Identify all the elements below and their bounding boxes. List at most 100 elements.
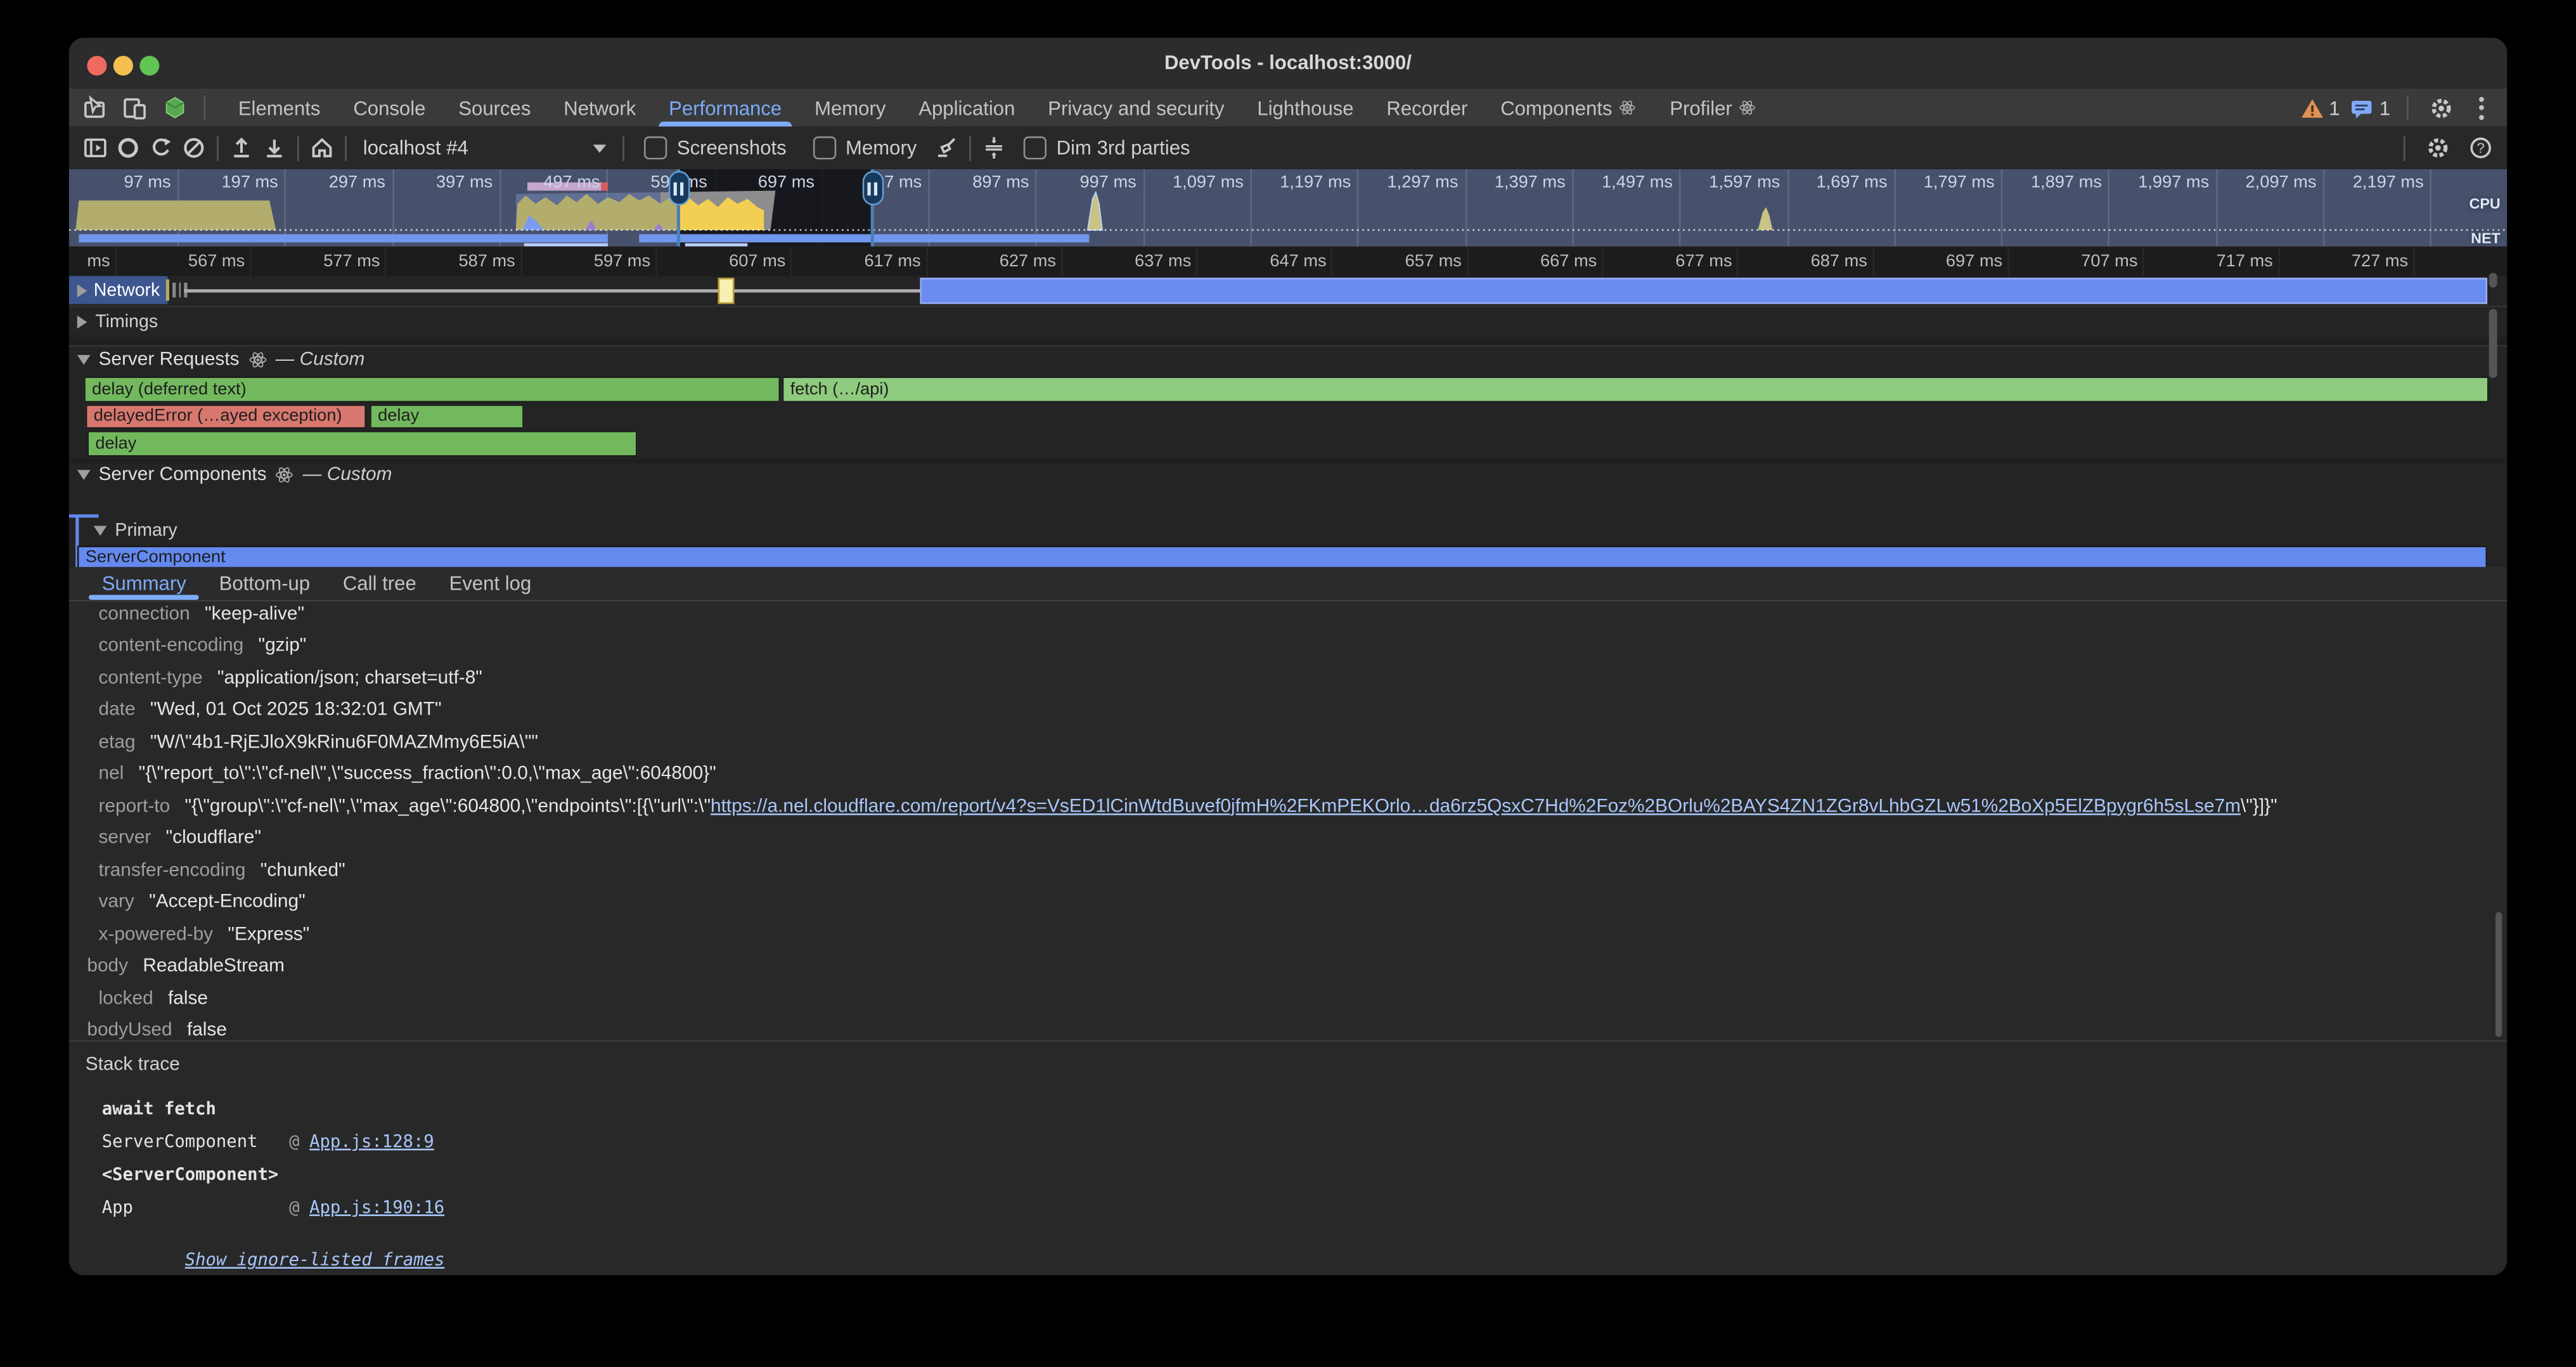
stack-frame: ServerComponent@App.js:128:9 bbox=[102, 1132, 434, 1152]
timeline-overview[interactable]: 97 ms197 ms297 ms397 ms497 ms597 ms697 m… bbox=[69, 169, 2507, 247]
summary-tab-event-log[interactable]: Event log bbox=[433, 567, 548, 600]
property-row-locked: lockedfalse bbox=[69, 983, 2474, 1015]
tab-sources[interactable]: Sources bbox=[442, 89, 547, 127]
save-profile-icon[interactable] bbox=[258, 131, 291, 164]
overview-time-label: 397 ms bbox=[384, 172, 493, 192]
ruler-label: 727 ms bbox=[2277, 252, 2408, 271]
selection-left-handle[interactable] bbox=[668, 171, 690, 205]
net-lane-label: NET bbox=[2471, 230, 2501, 247]
summary-tab-summary[interactable]: Summary bbox=[86, 567, 203, 600]
dim-3rd-parties-checkbox[interactable]: Dim 3rd parties bbox=[1024, 136, 1190, 159]
tab-console[interactable]: Console bbox=[337, 89, 442, 127]
help-icon[interactable]: ? bbox=[2464, 131, 2497, 164]
record-icon[interactable] bbox=[112, 131, 145, 164]
track-server-requests-header[interactable]: Server Requests — Custom bbox=[77, 350, 365, 370]
server-request-bar-delay-deferred-text-[interactable]: delay (deferred text) bbox=[84, 377, 780, 402]
devtools-tab-bar: Elements Console Sources NetworkPerformance… bbox=[69, 89, 2507, 127]
property-key: report-to bbox=[99, 796, 171, 816]
capture-settings-gear-icon[interactable] bbox=[2421, 131, 2454, 164]
device-toolbar-icon[interactable] bbox=[119, 91, 151, 124]
tab-profiler[interactable]: Profiler bbox=[1653, 89, 1773, 127]
summary-tab-call-tree[interactable]: Call tree bbox=[326, 567, 433, 600]
overview-time-label: 197 ms bbox=[170, 172, 278, 192]
history-select[interactable]: localhost #4 bbox=[353, 136, 616, 159]
track-server-components-header[interactable]: Server Components — Custom bbox=[77, 465, 392, 484]
show-ignore-listed-frames-link[interactable]: Show ignore-listed frames bbox=[102, 1231, 445, 1275]
extension-gem-icon[interactable] bbox=[158, 91, 191, 124]
overview-time-label: 997 ms bbox=[1028, 172, 1137, 192]
tab-recorder[interactable]: Recorder bbox=[1370, 89, 1484, 127]
property-value-link[interactable]: https://a.nel.cloudflare.com/report/v4?s… bbox=[711, 796, 2241, 816]
overview-time-label: 1,497 ms bbox=[1564, 172, 1673, 192]
tab-performance[interactable]: Performance bbox=[652, 89, 798, 127]
track-label: Timings bbox=[95, 312, 158, 332]
issues-badge[interactable]: 1 bbox=[2350, 96, 2390, 119]
history-selected-value: localhost #4 bbox=[363, 136, 468, 159]
server-request-bar-delay[interactable]: delay bbox=[87, 431, 637, 456]
tab-elements[interactable]: Elements bbox=[222, 89, 337, 127]
property-key: bodyUsed bbox=[87, 1021, 172, 1040]
tab-application[interactable]: Application bbox=[902, 89, 1031, 127]
property-key: server bbox=[99, 829, 151, 848]
track-timings-header[interactable]: Timings bbox=[77, 312, 158, 332]
server-request-bar-delayederror-ayed-exception-[interactable]: delayedError (…ayed exception) bbox=[86, 403, 366, 429]
track-network-header[interactable]: Network bbox=[69, 276, 168, 304]
frame-name: <ServerComponent> bbox=[102, 1165, 289, 1185]
property-key: content-type bbox=[99, 668, 203, 688]
toggle-sidebar-icon[interactable] bbox=[79, 131, 112, 164]
frame-source-link[interactable]: App.js:190:16 bbox=[309, 1198, 444, 1217]
property-row-vary: vary"Accept-Encoding" bbox=[69, 886, 2474, 919]
live-metrics-home-icon[interactable] bbox=[306, 131, 338, 164]
property-key: transfer-encoding bbox=[99, 860, 246, 880]
network-scrollbar-thumb[interactable] bbox=[2489, 273, 2497, 287]
screenshots-checkbox[interactable]: Screenshots bbox=[644, 136, 787, 159]
server-request-bar-delay[interactable]: delay bbox=[370, 403, 524, 429]
tab-lighthouse[interactable]: Lighthouse bbox=[1240, 89, 1370, 127]
overview-time-label: 897 ms bbox=[920, 172, 1029, 192]
ruler-label: 707 ms bbox=[2006, 252, 2137, 271]
clear-icon[interactable] bbox=[177, 131, 210, 164]
track-custom-suffix: — Custom bbox=[276, 350, 365, 370]
property-row-report-to: report-to"{\"group\":\"cf-nel\",\"max_ag… bbox=[69, 791, 2474, 823]
ruler-label: 597 ms bbox=[519, 252, 650, 271]
network-request-bar-long[interactable] bbox=[920, 277, 2487, 303]
tracks-scrollbar-thumb[interactable] bbox=[2489, 309, 2497, 378]
track-primary-header[interactable]: Primary bbox=[94, 521, 177, 541]
frame-name: ServerComponent bbox=[102, 1132, 289, 1152]
load-profile-icon[interactable] bbox=[225, 131, 258, 164]
settings-gear-icon[interactable] bbox=[2425, 91, 2458, 124]
selection-right-handle[interactable] bbox=[861, 171, 883, 205]
summary-tab-bottom-up[interactable]: Bottom-up bbox=[203, 567, 326, 600]
track-label: Server Requests bbox=[99, 350, 240, 370]
network-request-bar-small[interactable] bbox=[718, 277, 735, 303]
tab-label: Sources bbox=[458, 96, 531, 119]
tab-memory[interactable]: Memory bbox=[798, 89, 902, 127]
tab-components[interactable]: Components bbox=[1484, 89, 1653, 127]
record-and-reload-icon[interactable] bbox=[145, 131, 177, 164]
frame-source-link[interactable]: App.js:128:9 bbox=[309, 1132, 434, 1152]
memory-checkbox[interactable]: Memory bbox=[813, 136, 917, 159]
flatten-tracks-icon[interactable] bbox=[977, 131, 1010, 164]
tab-privacy-and-security[interactable]: Privacy and security bbox=[1031, 89, 1240, 127]
property-value: "application/json; charset=utf-8" bbox=[217, 668, 482, 688]
bar-label: delay bbox=[378, 406, 419, 426]
property-value: false bbox=[187, 1021, 227, 1040]
divider bbox=[217, 136, 219, 160]
server-request-bar-fetch-api-[interactable]: fetch (…/api) bbox=[782, 377, 2489, 402]
summary-scrollbar-thumb[interactable] bbox=[2496, 912, 2502, 1037]
ruler-label: 677 ms bbox=[1600, 252, 1732, 271]
inspect-element-icon[interactable] bbox=[79, 91, 112, 124]
overview-time-label: 1,197 ms bbox=[1242, 172, 1351, 192]
react-atom-icon bbox=[1619, 99, 1637, 117]
tab-label: Lighthouse bbox=[1257, 96, 1353, 119]
property-value: "Wed, 01 Oct 2025 18:32:01 GMT" bbox=[150, 701, 442, 720]
overview-time-label: 1,797 ms bbox=[1886, 172, 1995, 192]
disclosure-down-icon bbox=[94, 526, 107, 536]
more-options-icon[interactable] bbox=[2468, 91, 2494, 124]
collect-garbage-icon[interactable] bbox=[930, 131, 963, 164]
flamechart-tracks[interactable]: Network Timings Server Requests bbox=[69, 276, 2507, 567]
warnings-badge[interactable]: 1 bbox=[2300, 96, 2340, 119]
tab-label: Elements bbox=[238, 96, 321, 119]
summary-tab-strip: SummaryBottom-upCall treeEvent log bbox=[69, 567, 2507, 601]
tab-network[interactable]: Network bbox=[547, 89, 652, 127]
